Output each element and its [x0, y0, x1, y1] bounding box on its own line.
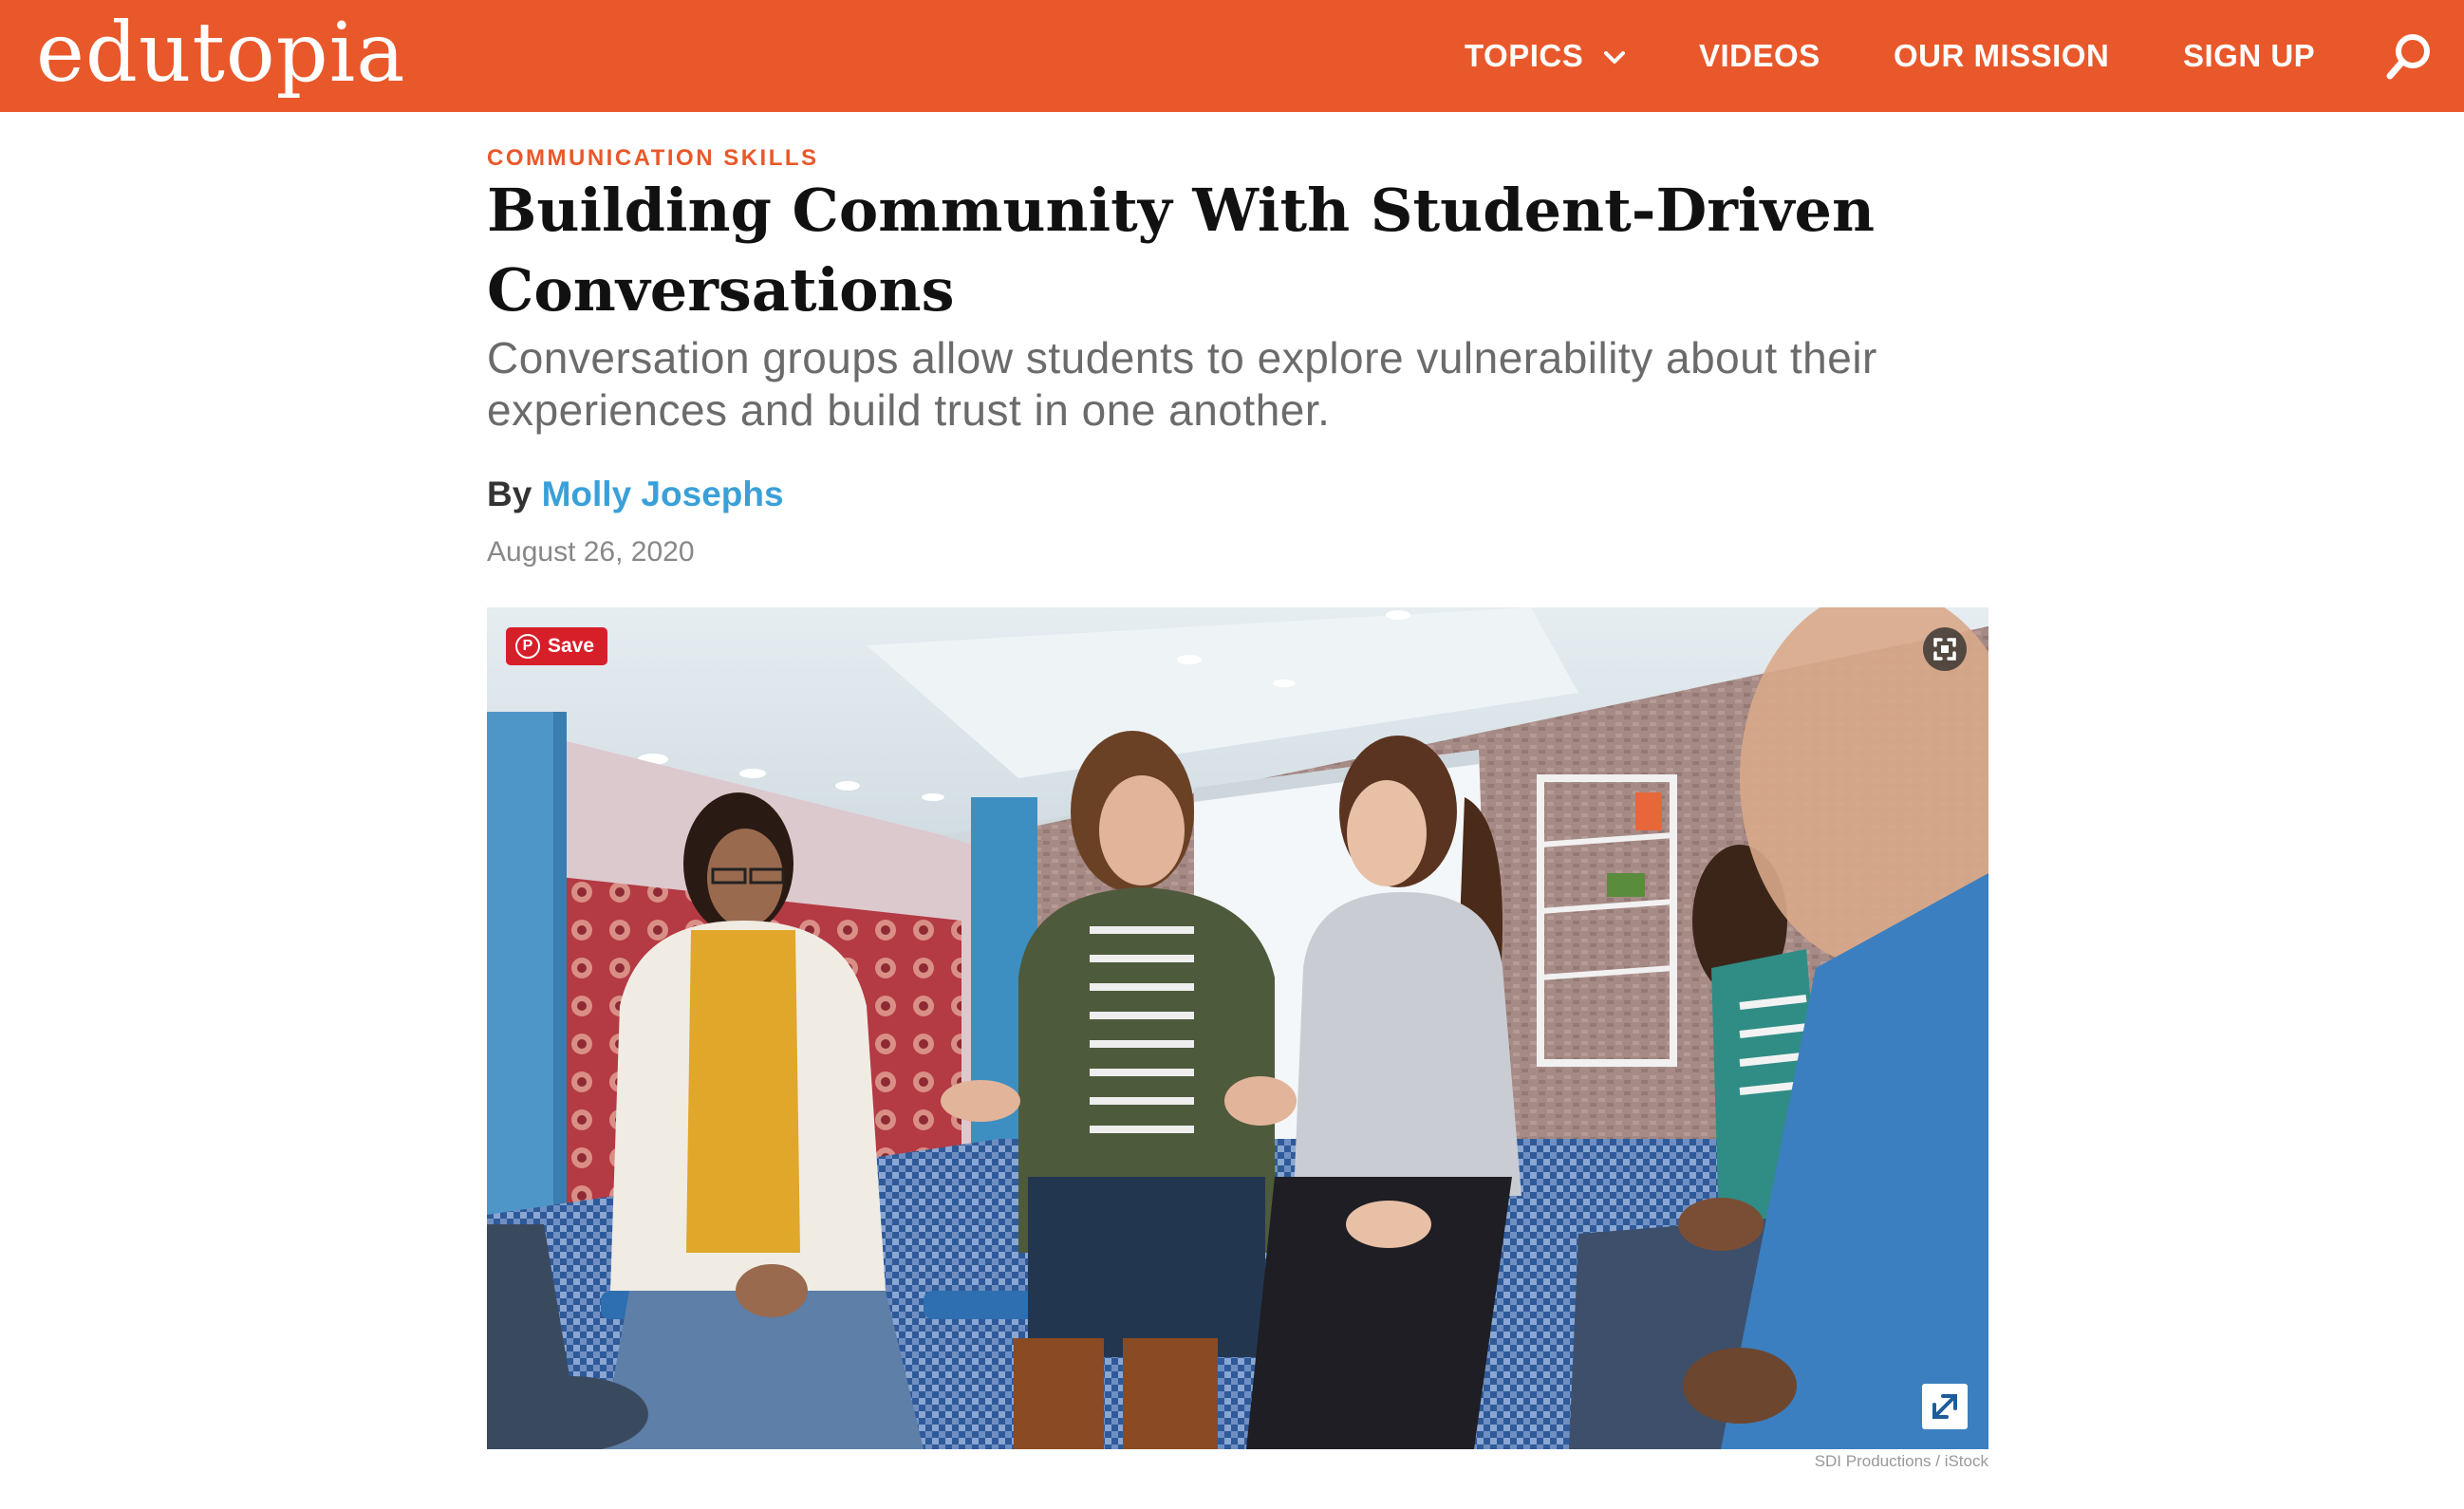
- focus-button[interactable]: [1923, 627, 1967, 671]
- pinterest-save-button[interactable]: P Save: [506, 627, 608, 665]
- nav-topics-label: TOPICS: [1465, 38, 1584, 73]
- nav-topics[interactable]: TOPICS: [1465, 0, 1625, 112]
- hero-image: P Save: [487, 607, 1988, 1449]
- article-title: Building Community With Student-Driven C…: [487, 176, 1876, 325]
- nav-videos[interactable]: VIDEOS: [1699, 0, 1820, 112]
- pinterest-save-label: Save: [548, 635, 595, 657]
- chevron-down-icon: [1603, 0, 1625, 110]
- classroom-photo: [487, 607, 1988, 1449]
- article-dek: Conversation groups allow students to ex…: [487, 333, 1877, 435]
- topic-kicker[interactable]: COMMUNICATION SKILLS: [487, 145, 819, 172]
- nav-sign-up[interactable]: SIGN UP: [2183, 0, 2315, 112]
- pinterest-icon: P: [515, 634, 540, 659]
- search-button[interactable]: [2382, 30, 2436, 84]
- edutopia-logo[interactable]: edutopia: [36, 0, 406, 112]
- search-icon: [2382, 34, 2436, 87]
- expand-icon: [1922, 1384, 1968, 1429]
- image-credit: SDI Productions / iStock: [1814, 1452, 1988, 1470]
- focus-icon: [1923, 627, 1967, 671]
- author-link[interactable]: Molly Josephs: [542, 475, 784, 513]
- site-header: edutopia TOPICS VIDEOS OUR MISSION SIGN …: [0, 0, 2464, 112]
- nav-our-mission[interactable]: OUR MISSION: [1894, 0, 2109, 112]
- byline-prefix: By: [487, 475, 532, 513]
- publish-date: August 26, 2020: [487, 536, 695, 568]
- expand-image-button[interactable]: [1922, 1384, 1968, 1429]
- byline: By Molly Josephs: [487, 475, 784, 514]
